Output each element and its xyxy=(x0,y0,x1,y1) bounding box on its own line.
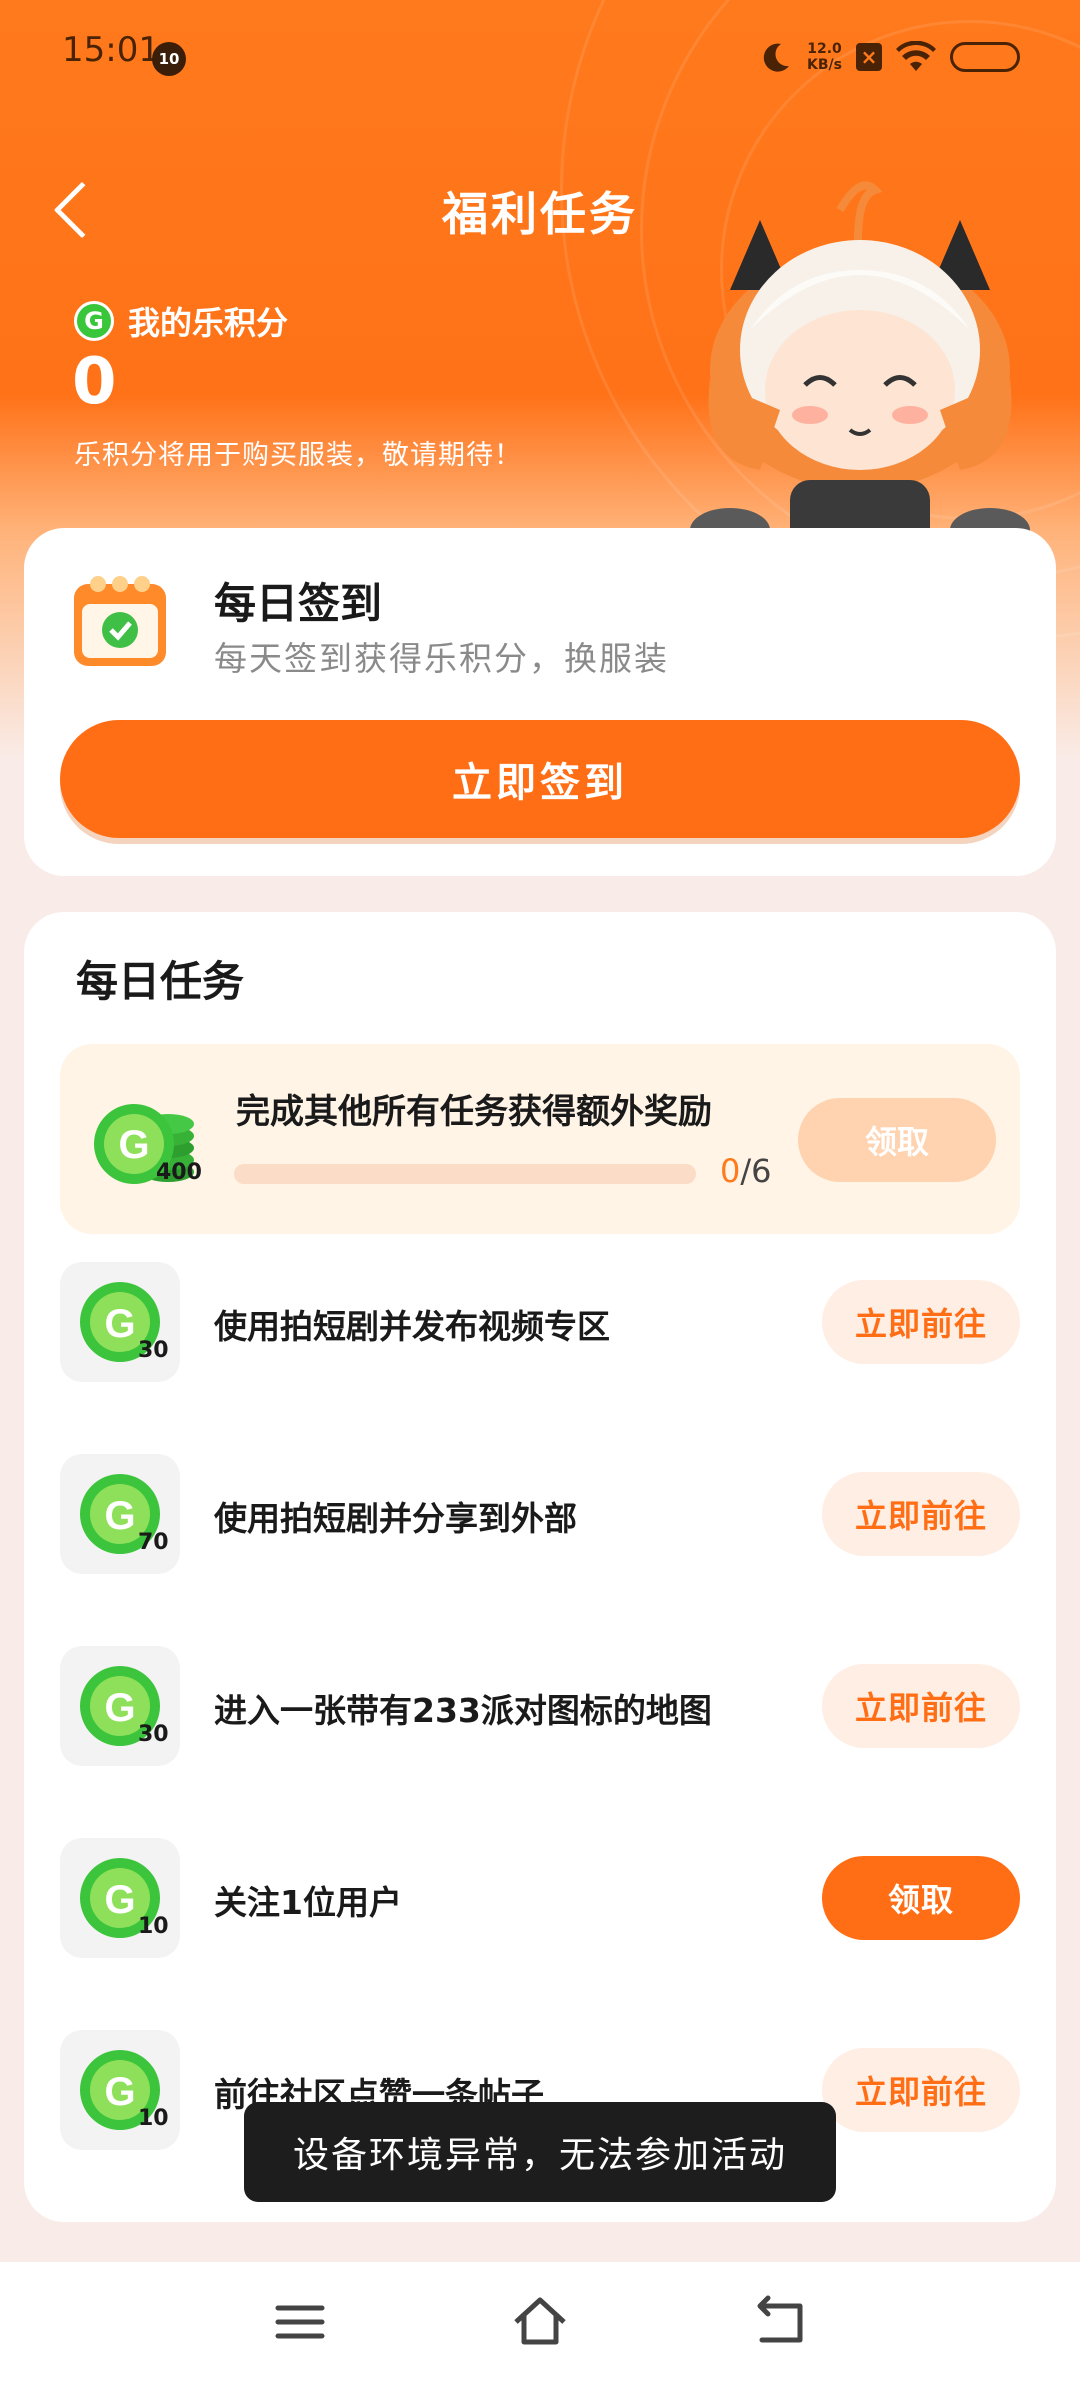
status-bar: 15:01 10 12.0 KB/s × xyxy=(0,0,1080,110)
daily-tasks-card: 每日任务 G 400 完成其他所有任务获得额外奖励 0/6 领取 G 30 使用拍短… xyxy=(24,912,1056,2222)
menu-icon[interactable] xyxy=(270,2292,330,2352)
status-time: 15:01 xyxy=(62,30,160,70)
daily-tasks-title: 每日任务 xyxy=(76,957,245,1006)
task-row: G 10 关注1位用户 领取 xyxy=(60,1838,1020,1958)
coin-icon: G xyxy=(60,2030,180,2150)
task-row: G 30 使用拍短剧并发布视频专区 立即前往 xyxy=(60,1262,1020,1382)
task-points: 10 xyxy=(138,2106,169,2131)
task-claim-button[interactable]: 领取 xyxy=(822,1856,1020,1940)
task-go-button[interactable]: 立即前往 xyxy=(822,1472,1020,1556)
coin-icon: G xyxy=(74,301,114,341)
task-label: 关注1位用户 xyxy=(214,1883,402,1922)
bonus-progress-text: 0/6 xyxy=(720,1152,772,1190)
coin-icon: G xyxy=(60,1838,180,1958)
svg-text:G: G xyxy=(104,1302,135,1346)
bonus-task: G 400 完成其他所有任务获得额外奖励 0/6 领取 xyxy=(60,1044,1020,1234)
bonus-claim-button[interactable]: 领取 xyxy=(798,1098,996,1182)
bonus-points: 400 xyxy=(156,1160,202,1185)
signin-card: 每日签到 每天签到获得乐积分，换服装 立即签到 xyxy=(24,528,1056,876)
mascot-illustration xyxy=(690,181,1030,552)
coin-icon: G xyxy=(60,1646,180,1766)
task-points: 30 xyxy=(138,1338,169,1363)
signin-title: 每日签到 xyxy=(214,579,383,628)
task-label: 使用拍短剧并分享到外部 xyxy=(214,1499,577,1538)
back-nav-icon[interactable] xyxy=(750,2292,810,2352)
task-points: 30 xyxy=(138,1722,169,1747)
task-go-button[interactable]: 立即前往 xyxy=(822,1280,1020,1364)
task-label: 进入一张带有233派对图标的地图 xyxy=(214,1691,712,1730)
coin-icon: G xyxy=(60,1262,180,1382)
battery-icon xyxy=(950,42,1020,72)
toast-message: 设备环境异常，无法参加活动 xyxy=(244,2102,836,2202)
signin-button[interactable]: 立即签到 xyxy=(60,720,1020,838)
coin-icon: G xyxy=(60,1454,180,1574)
svg-text:G: G xyxy=(104,2070,135,2114)
task-go-button[interactable]: 立即前往 xyxy=(822,1664,1020,1748)
task-go-button[interactable]: 立即前往 xyxy=(822,2048,1020,2132)
bonus-progress-bar xyxy=(234,1164,696,1184)
system-nav-bar xyxy=(0,2262,1080,2388)
wifi-icon xyxy=(896,41,936,71)
svg-text:G: G xyxy=(104,1686,135,1730)
svg-text:G: G xyxy=(118,1123,149,1167)
points-value: 0 xyxy=(72,345,117,419)
points-label: 我的乐积分 xyxy=(128,304,289,342)
task-row: G 70 使用拍短剧并分享到外部 立即前往 xyxy=(60,1454,1020,1574)
task-row: G 30 进入一张带有233派对图标的地图 立即前往 xyxy=(60,1646,1020,1766)
home-icon[interactable] xyxy=(510,2292,570,2352)
calendar-check-icon xyxy=(74,576,166,666)
task-points: 70 xyxy=(138,1530,169,1555)
moon-icon xyxy=(763,43,790,72)
points-note: 乐积分将用于购买服装，敬请期待！ xyxy=(74,440,522,471)
no-sim-icon: × xyxy=(856,43,882,71)
svg-text:G: G xyxy=(104,1878,135,1922)
points-label-row: G 我的乐积分 xyxy=(74,298,288,344)
notification-badge: 10 xyxy=(152,42,186,76)
task-points: 10 xyxy=(138,1914,169,1939)
bonus-label: 完成其他所有任务获得额外奖励 xyxy=(236,1092,712,1132)
svg-text:G: G xyxy=(104,1494,135,1538)
net-speed: 12.0 KB/s xyxy=(807,41,842,73)
task-label: 使用拍短剧并发布视频专区 xyxy=(214,1307,610,1346)
signin-subtitle: 每天签到获得乐积分，换服装 xyxy=(214,639,669,678)
